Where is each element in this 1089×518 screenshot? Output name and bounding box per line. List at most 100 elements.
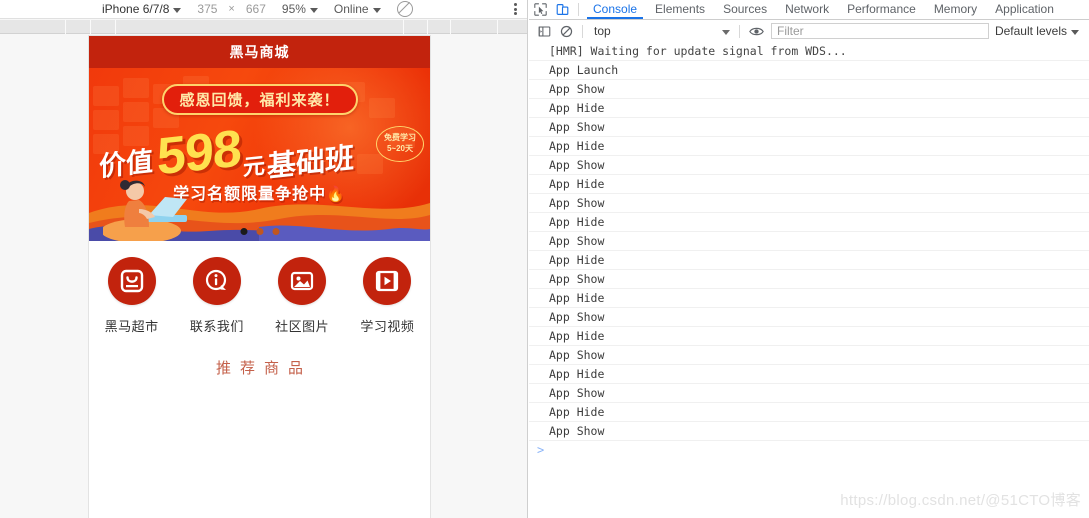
banner-dot-0[interactable] — [240, 228, 247, 235]
device-selector-label: iPhone 6/7/8 — [102, 2, 170, 16]
console-message-row: App Hide — [529, 137, 1089, 156]
dimension-separator: × — [228, 3, 235, 15]
chevron-down-icon — [173, 7, 182, 13]
network-throttling-selector[interactable]: Online — [332, 0, 383, 19]
app-header: 黑马商城 — [89, 36, 430, 68]
kebab-menu-icon — [514, 3, 518, 15]
console-context-value: top — [594, 24, 611, 38]
tab-label: Memory — [933, 2, 978, 16]
nav-item-study-video[interactable]: 学习视频 — [345, 257, 430, 335]
console-message-row: App Hide — [529, 251, 1089, 270]
tab-application[interactable]: Application — [986, 0, 1063, 19]
banner-free-badge: 免费学习 5~20天 — [376, 126, 424, 162]
tabbar-divider — [578, 3, 579, 16]
viewport-width-input[interactable]: 375 — [195, 0, 219, 19]
banner-free-badge-line2: 5~20天 — [386, 144, 414, 153]
console-filter-input[interactable]: Filter — [771, 23, 989, 39]
screenshot-root: iPhone 6/7/8 375 × 667 95% Online 黑马商城 感… — [0, 0, 1089, 518]
console-log-levels-selector[interactable]: Default levels — [995, 24, 1085, 38]
banner-person-illustration — [103, 180, 187, 241]
network-throttling-value: Online — [333, 2, 369, 16]
live-expression-eye-icon — [748, 27, 764, 35]
console-message-row: App Show — [529, 118, 1089, 137]
console-message-row: App Show — [529, 270, 1089, 289]
console-message-row: App Hide — [529, 403, 1089, 422]
tab-label: Elements — [655, 2, 706, 16]
info-bubble-icon — [205, 269, 226, 291]
banner-dot-2[interactable] — [272, 228, 279, 235]
devtools-tabbar: Console Elements Sources Network Perform… — [529, 0, 1089, 20]
chevron-down-icon — [372, 7, 381, 13]
viewport-height-value: 667 — [245, 2, 266, 16]
tab-console[interactable]: Console — [584, 0, 646, 19]
console-message-list[interactable]: [HMR] Waiting for update signal from WDS… — [529, 42, 1089, 518]
nav-icon-circle — [107, 257, 156, 305]
nav-item-label: 黑马超市 — [104, 319, 159, 334]
console-message-row: App Show — [529, 346, 1089, 365]
shopping-bag-icon — [120, 269, 143, 293]
nav-item-contact[interactable]: 联系我们 — [174, 257, 259, 335]
live-expression-button[interactable] — [745, 22, 767, 40]
nav-item-label: 学习视频 — [360, 319, 415, 334]
inspect-cursor-icon — [533, 3, 547, 16]
chevron-down-icon — [722, 29, 730, 35]
banner-dots[interactable] — [240, 228, 279, 235]
viewport-width-value: 375 — [197, 2, 218, 16]
console-message-row: App Launch — [529, 61, 1089, 80]
promo-banner[interactable]: 感恩回馈，福利来袭！ 价值 598 元 基础班 免费学习 5~20天 学习名额限… — [89, 68, 430, 241]
emulated-page-viewport[interactable]: 黑马商城 感恩回馈，福利来袭！ 价值 598 元 基础班 免费学习 5~20天 … — [89, 36, 430, 518]
console-log-levels-value: Default levels — [994, 24, 1067, 38]
console-prompt[interactable]: > — [529, 441, 1089, 460]
tab-label: Network — [785, 2, 830, 16]
device-emulation-toolbar: iPhone 6/7/8 375 × 667 95% Online — [0, 0, 527, 19]
toggle-device-toolbar-button[interactable] — [551, 0, 573, 19]
device-toolbar-more-button[interactable] — [512, 0, 527, 19]
console-message-row: App Show — [529, 80, 1089, 99]
console-context-selector[interactable]: top — [588, 23, 734, 40]
nav-icon-circle — [192, 257, 241, 305]
console-message-row: App Show — [529, 384, 1089, 403]
throttling-toggle-button[interactable] — [395, 0, 415, 19]
banner-dot-1[interactable] — [256, 228, 263, 235]
tab-performance[interactable]: Performance — [838, 0, 925, 19]
filterbar-divider-1 — [582, 24, 583, 38]
watermark: https://blog.csdn.net/@51CTO博客 — [840, 492, 1081, 509]
device-emulation-pane: iPhone 6/7/8 375 × 667 95% Online 黑马商城 感… — [0, 0, 528, 518]
viewport-ruler[interactable] — [0, 20, 527, 34]
device-selector[interactable]: iPhone 6/7/8 — [100, 0, 183, 19]
image-icon — [291, 271, 314, 291]
console-message-row: App Hide — [529, 327, 1089, 346]
viewport-height-input[interactable]: 667 — [244, 0, 268, 19]
tab-memory[interactable]: Memory — [925, 0, 986, 19]
inspect-element-button[interactable] — [529, 0, 551, 19]
banner-ribbon-text: 感恩回馈，福利来袭！ — [179, 92, 340, 109]
devtools-panel: Console Elements Sources Network Perform… — [529, 0, 1089, 518]
tab-label: Sources — [723, 2, 768, 16]
banner-free-badge-line1: 免费学习 — [384, 133, 416, 143]
console-message-row: App Show — [529, 422, 1089, 441]
no-throttling-icon — [396, 1, 413, 17]
tab-network[interactable]: Network — [776, 0, 838, 19]
device-toolbar-icon — [556, 4, 568, 15]
tab-elements[interactable]: Elements — [646, 0, 714, 19]
nav-item-label: 社区图片 — [275, 319, 330, 334]
zoom-value: 95% — [281, 2, 306, 16]
app-header-title: 黑马商城 — [229, 44, 290, 60]
clear-console-button[interactable] — [555, 22, 577, 41]
console-sidebar-toggle-button[interactable] — [533, 22, 555, 41]
console-sidebar-icon — [538, 26, 550, 36]
zoom-selector[interactable]: 95% — [280, 0, 320, 19]
quick-nav-grid: 黑马超市 联系我们 社区图片 学习视频 — [89, 241, 430, 339]
banner-ribbon: 感恩回馈，福利来袭！ — [161, 84, 358, 115]
filterbar-divider-2 — [739, 24, 740, 38]
nav-icon-circle — [363, 257, 412, 305]
tab-sources[interactable]: Sources — [714, 0, 776, 19]
nav-item-market[interactable]: 黑马超市 — [89, 257, 174, 335]
console-filter-placeholder: Filter — [777, 24, 804, 38]
console-message-row: App Hide — [529, 213, 1089, 232]
console-message-row: App Show — [529, 308, 1089, 327]
console-message-row: App Show — [529, 194, 1089, 213]
chevron-down-icon — [1071, 29, 1079, 35]
nav-item-community-images[interactable]: 社区图片 — [260, 257, 345, 335]
console-message-row: App Hide — [529, 175, 1089, 194]
